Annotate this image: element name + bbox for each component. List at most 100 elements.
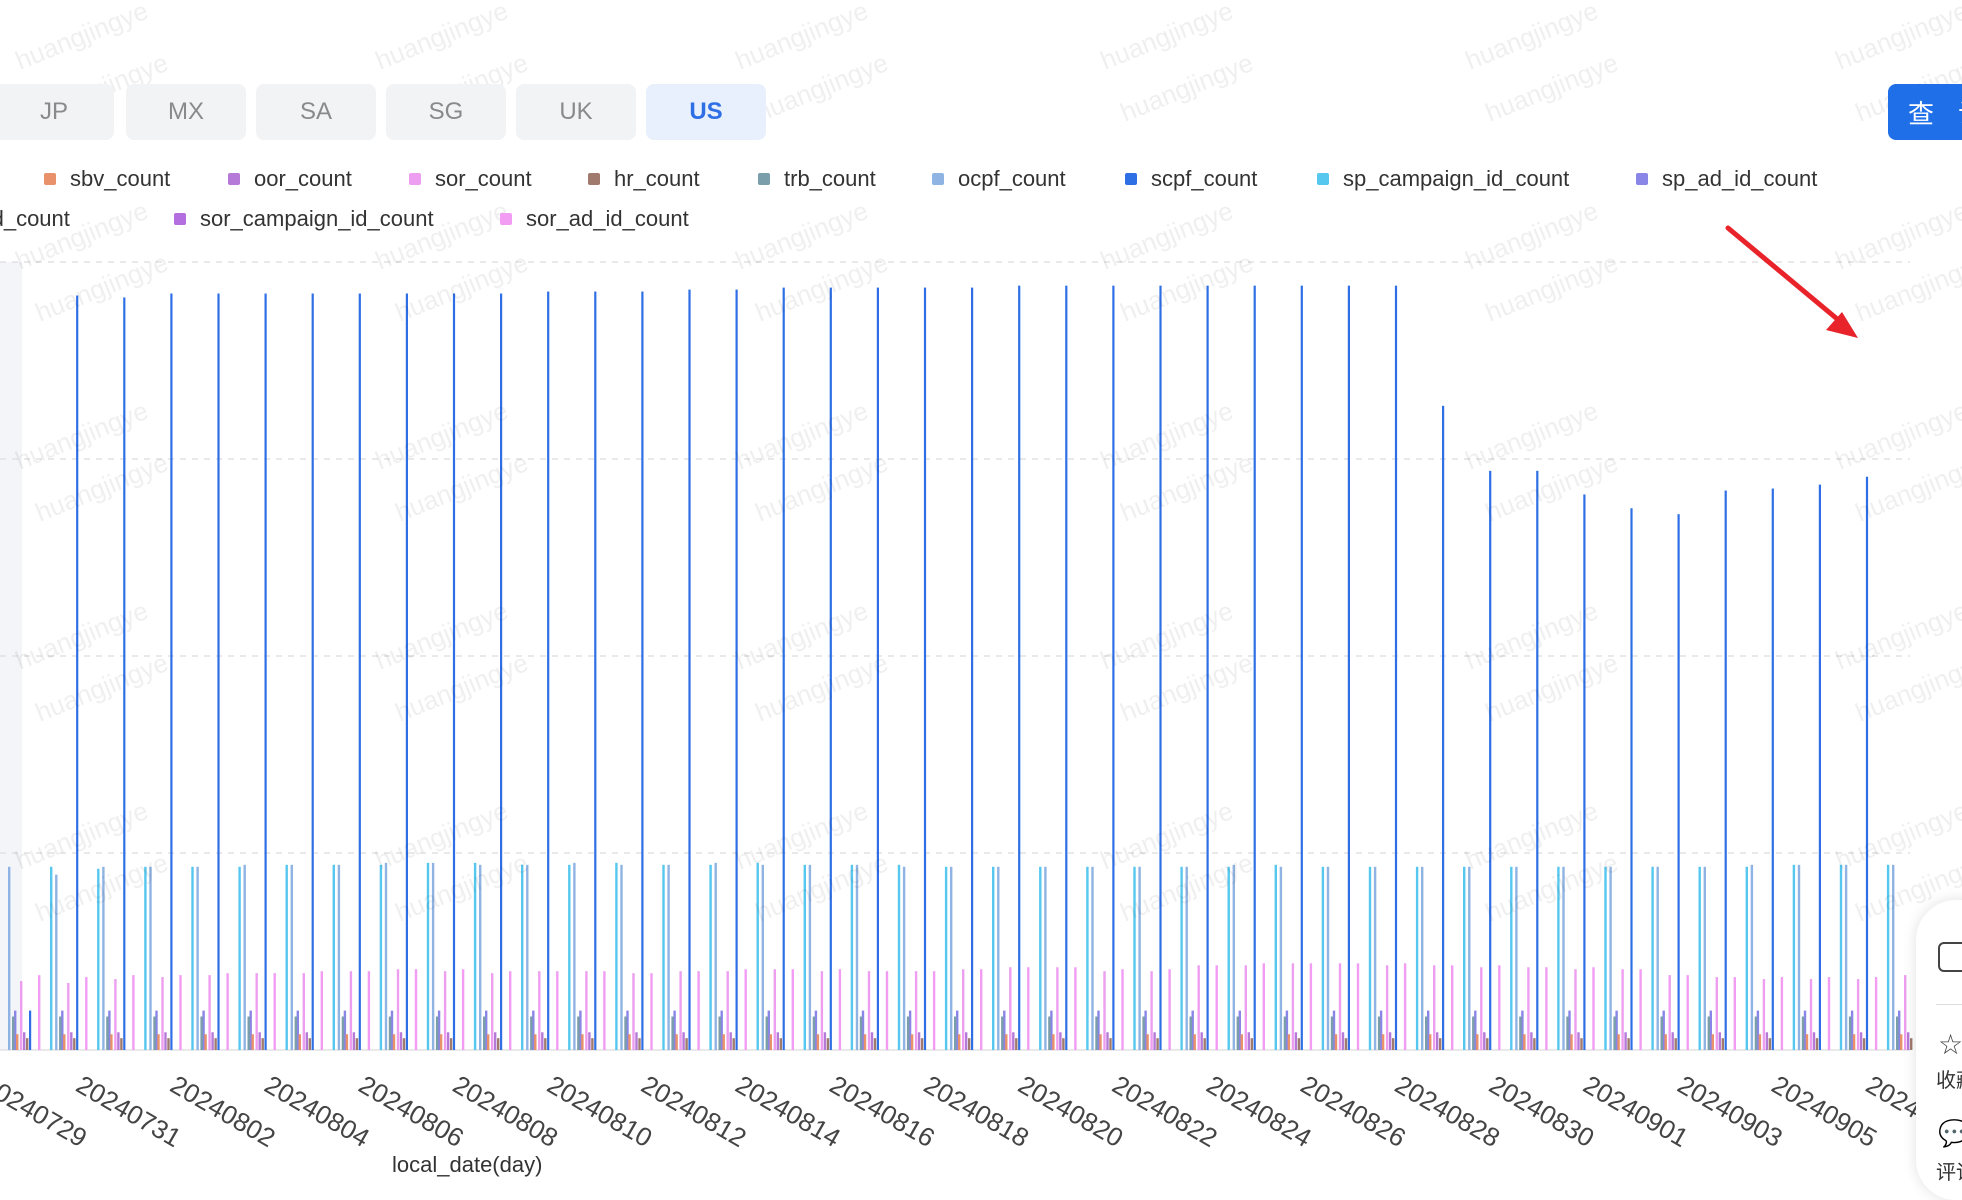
- bar-oor-count: [1671, 1032, 1674, 1050]
- edit-icon[interactable]: [1938, 942, 1962, 972]
- bar-sp-campaign-id-count: [1227, 866, 1230, 1050]
- legend-label: ad_id_count: [0, 206, 70, 231]
- bar-oor-count: [1765, 1032, 1769, 1050]
- bar-sbv-count: [251, 1034, 254, 1050]
- bar-sp-campaign-id-count: [1792, 864, 1796, 1050]
- bar-sbv-count: [487, 1034, 490, 1050]
- bar-hr-count: [1391, 1038, 1395, 1050]
- tab-us[interactable]: US: [646, 84, 766, 140]
- bar-hr-count: [402, 1038, 406, 1050]
- bar-sbv-count: [722, 1034, 725, 1050]
- bar-oor-count: [1200, 1032, 1203, 1050]
- bar-ocpf-count: [1468, 866, 1471, 1050]
- bar-sp-campaign-id-count: [1274, 864, 1277, 1050]
- x-tick-label: 20240824: [1202, 1069, 1317, 1153]
- bar-sbv-count: [1381, 1034, 1385, 1050]
- bar-sor-count: [1197, 965, 1200, 1050]
- bar-sor-ad-id-count: [1121, 969, 1124, 1050]
- tab-uk[interactable]: UK: [516, 84, 636, 140]
- bar-sor-count: [1291, 963, 1295, 1050]
- bar-oor-count: [1388, 1032, 1392, 1050]
- bar-trb-count: [106, 1016, 109, 1050]
- bar-hr-count: [1109, 1038, 1112, 1050]
- bar-hr-count: [261, 1038, 264, 1050]
- legend-item-oor-count[interactable]: oor_count: [228, 164, 352, 194]
- bar-sbv-count: [534, 1034, 537, 1050]
- legend-item-sor-ad-id-count[interactable]: sor_ad_id_count: [500, 204, 689, 234]
- bar-ocpf-count: [1609, 866, 1612, 1050]
- legend-item-sp-ad-id-count[interactable]: sp_ad_id_count: [1636, 164, 1817, 194]
- bar-oor-count: [494, 1032, 497, 1050]
- bar-sor-ad-id-count: [1356, 963, 1360, 1050]
- bar-oor-count: [211, 1032, 214, 1050]
- bar-sbv-count: [1758, 1034, 1762, 1050]
- bar-sp-campaign-id-count: [332, 864, 335, 1050]
- bar-sp-campaign-id-count: [521, 864, 524, 1050]
- bar-sp-campaign-id-count: [1839, 864, 1843, 1050]
- bar-ocpf-count: [1703, 866, 1706, 1050]
- bar-sor-ad-id-count: [414, 969, 418, 1050]
- bar-sbv-count: [110, 1034, 113, 1050]
- legend-item-sbv-count[interactable]: sbv_count: [44, 164, 170, 194]
- bar-sor-count: [820, 971, 824, 1050]
- legend-item-sor-count[interactable]: sor_count: [409, 164, 532, 194]
- legend-item-hr-count[interactable]: hr_count: [588, 164, 700, 194]
- bar-scpf-count: [29, 1010, 32, 1050]
- bar-oor-count: [729, 1032, 732, 1050]
- legend-item-ocpf-count[interactable]: ocpf_count: [932, 164, 1066, 194]
- legend-item-ad-id-count[interactable]: ad_id_count: [0, 204, 70, 234]
- bar-sor-count: [1056, 967, 1059, 1050]
- bar-sp-campaign-id-count: [1604, 866, 1607, 1050]
- bar-oor-count: [117, 1032, 120, 1050]
- star-icon[interactable]: ☆: [1938, 1028, 1962, 1061]
- bar-sbv-count: [958, 1034, 961, 1050]
- bar-sor-count: [962, 969, 965, 1050]
- bar-sor-count: [1668, 975, 1671, 1050]
- bar-oor-count: [1812, 1032, 1816, 1050]
- bar-trb-count: [577, 1016, 580, 1050]
- bar-sbv-count: [157, 1034, 160, 1050]
- legend-item-sor-campaign-id-count[interactable]: sor_campaign_id_count: [174, 204, 434, 234]
- bar-ocpf-count: [1326, 866, 1330, 1050]
- bar-sbv-count: [1805, 1034, 1809, 1050]
- legend-label: sp_ad_id_count: [1662, 166, 1818, 191]
- bar-sbv-count: [1146, 1034, 1149, 1050]
- bar-oor-count: [1341, 1032, 1345, 1050]
- legend-item-scpf-count[interactable]: scpf_count: [1125, 164, 1257, 194]
- bar-sor-ad-id-count: [980, 969, 983, 1050]
- bar-oor-count: [258, 1032, 261, 1050]
- bar-sor-count: [1809, 979, 1813, 1050]
- bar-scpf-count: [1771, 488, 1774, 1050]
- query-button[interactable]: 查 询: [1888, 84, 1962, 140]
- x-tick-label: 20240804: [260, 1069, 375, 1153]
- bar-sor-count: [1762, 979, 1766, 1050]
- tab-mx[interactable]: MX: [126, 84, 246, 140]
- legend-item-sp-campaign-id-count[interactable]: sp_campaign_id_count: [1317, 164, 1569, 194]
- bar-trb-count: [1330, 1016, 1334, 1050]
- bar-hr-count: [732, 1038, 735, 1050]
- bar-sor-ad-id-count: [1639, 969, 1642, 1050]
- bar-oor-count: [1106, 1032, 1109, 1050]
- bar-oor-count: [23, 1032, 26, 1050]
- bar-ocpf-count: [1656, 866, 1659, 1050]
- tab-sa[interactable]: SA: [256, 84, 376, 140]
- legend-item-trb-count[interactable]: trb_count: [758, 164, 876, 194]
- bar-sp-campaign-id-count: [1321, 866, 1325, 1050]
- bar-trb-count: [671, 1016, 674, 1050]
- bar-trb-count: [1660, 1016, 1663, 1050]
- bar-oor-count: [1907, 1032, 1910, 1050]
- bar-sp-campaign-id-count: [1745, 866, 1748, 1050]
- comment-icon[interactable]: 💬: [1938, 1118, 1962, 1149]
- bar-sbv-count: [1664, 1034, 1667, 1050]
- legend-label: scpf_count: [1151, 166, 1258, 191]
- bar-oor-count: [164, 1032, 167, 1050]
- bar-trb-count: [765, 1016, 768, 1050]
- bar-scpf-count: [1347, 285, 1350, 1050]
- tab-jp[interactable]: JP: [0, 84, 114, 140]
- bar-sor-count: [1103, 971, 1106, 1050]
- comment-label: 评论: [1936, 1160, 1962, 1184]
- tab-sg[interactable]: SG: [386, 84, 506, 140]
- x-tick-label: 20240820: [1013, 1069, 1128, 1153]
- bar-trb-count: [624, 1016, 627, 1050]
- bar-ocpf-count: [1797, 864, 1801, 1050]
